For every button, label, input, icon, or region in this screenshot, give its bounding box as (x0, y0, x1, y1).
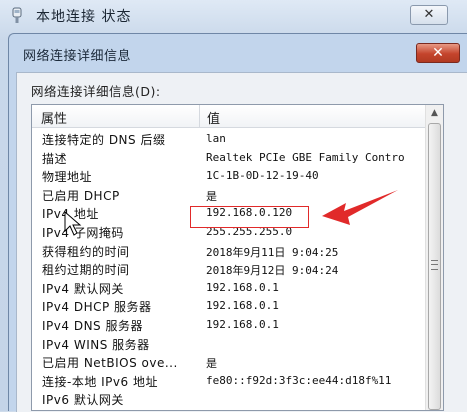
list-row[interactable]: IPv4 DNS 服务器 192.168.0.1 (32, 316, 425, 335)
details-list[interactable]: 属性 值 连接特定的 DNS 后缀 lan 描述 Realtek PCIe GBE … (31, 104, 444, 411)
value-cell: 1C-1B-0D-12-19-40 (206, 169, 319, 183)
value-cell: 192.168.0.1 (206, 280, 279, 294)
ip-address-highlight-box (190, 206, 309, 228)
list-row[interactable]: 连接-本地 IPv6 地址 fe80::f92d:3f3c:ee44:d18f%1… (32, 372, 425, 391)
background-titlebar: 本地连接 状态 ✕ (0, 0, 467, 34)
property-cell: IPv4 WINS 服务器 (42, 337, 150, 352)
dialog-close-button[interactable]: ✕ (416, 43, 460, 63)
property-cell: IPv4 DHCP 服务器 (42, 300, 152, 315)
background-window-title: 本地连接 状态 (36, 9, 132, 25)
list-row[interactable]: 已启用 NetBIOS ove... 是 (32, 353, 425, 372)
property-cell: IPv4 DNS 服务器 (42, 318, 143, 333)
scroll-up-arrow-icon[interactable]: ▲ (426, 105, 443, 122)
value-cell: 192.168.0.1 (206, 299, 279, 313)
property-cell: 租约过期的时间 (42, 263, 130, 278)
property-cell: IPv4 子网掩码 (42, 225, 124, 240)
list-row[interactable]: IPv4 DHCP 服务器 192.168.0.1 (32, 297, 425, 316)
column-header-value[interactable]: 值 (207, 108, 220, 127)
background-close-button[interactable]: ✕ (410, 5, 448, 25)
list-row[interactable]: 租约过期的时间 2018年9月12日 9:04:24 (32, 260, 425, 279)
value-cell: 2018年9月11日 9:04:25 (206, 245, 339, 259)
value-cell: lan (206, 132, 226, 145)
property-cell: 已启用 NetBIOS ove... (42, 356, 178, 371)
property-cell: 连接-本地 IPv6 地址 (42, 374, 158, 389)
value-cell: 是 (206, 357, 217, 371)
property-cell: 获得租约的时间 (42, 244, 130, 259)
value-cell: 192.168.0.1 (206, 317, 279, 331)
list-row[interactable]: 连接特定的 DNS 后缀 lan (32, 130, 425, 149)
column-divider[interactable] (199, 105, 200, 128)
vertical-scrollbar[interactable]: ▲ (425, 105, 443, 410)
property-cell: 已启用 DHCP (42, 188, 120, 203)
list-row[interactable]: 描述 Realtek PCIe GBE Family Contro (32, 149, 425, 168)
value-cell: 2018年9月12日 9:04:24 (206, 264, 339, 278)
dialog-title: 网络连接详细信息 (23, 49, 132, 64)
list-row[interactable]: IPv6 默认网关 (32, 390, 425, 409)
scrollbar-thumb[interactable] (428, 123, 441, 410)
property-cell: IPv6 默认网关 (42, 393, 124, 408)
list-row[interactable]: 物理地址 1C-1B-0D-12-19-40 (32, 167, 425, 186)
red-pointer-arrow-icon (322, 190, 398, 225)
property-cell: 连接特定的 DNS 后缀 (42, 133, 166, 147)
list-row[interactable]: IPv4 默认网关 192.168.0.1 (32, 279, 425, 298)
list-row[interactable]: IPv4 WINS 服务器 (32, 335, 425, 354)
details-group-label: 网络连接详细信息(D): (31, 84, 161, 99)
value-cell: fe80::f92d:3f3c:ee44:d18f%11 (206, 373, 392, 387)
network-connection-icon (12, 7, 22, 23)
list-row[interactable]: 获得租约的时间 2018年9月11日 9:04:25 (32, 242, 425, 261)
mouse-cursor-icon (64, 211, 82, 236)
property-cell: 物理地址 (42, 170, 93, 185)
list-header: 属性 值 (32, 105, 425, 128)
value-cell: 是 (206, 189, 217, 203)
value-cell: Realtek PCIe GBE Family Contro (206, 150, 405, 164)
property-cell: IPv4 默认网关 (42, 281, 124, 296)
scroll-grip-icon (431, 260, 438, 270)
list-rows: 连接特定的 DNS 后缀 lan 描述 Realtek PCIe GBE Famil… (32, 130, 425, 412)
property-cell: 描述 (42, 151, 68, 166)
column-header-property[interactable]: 属性 (41, 108, 67, 127)
